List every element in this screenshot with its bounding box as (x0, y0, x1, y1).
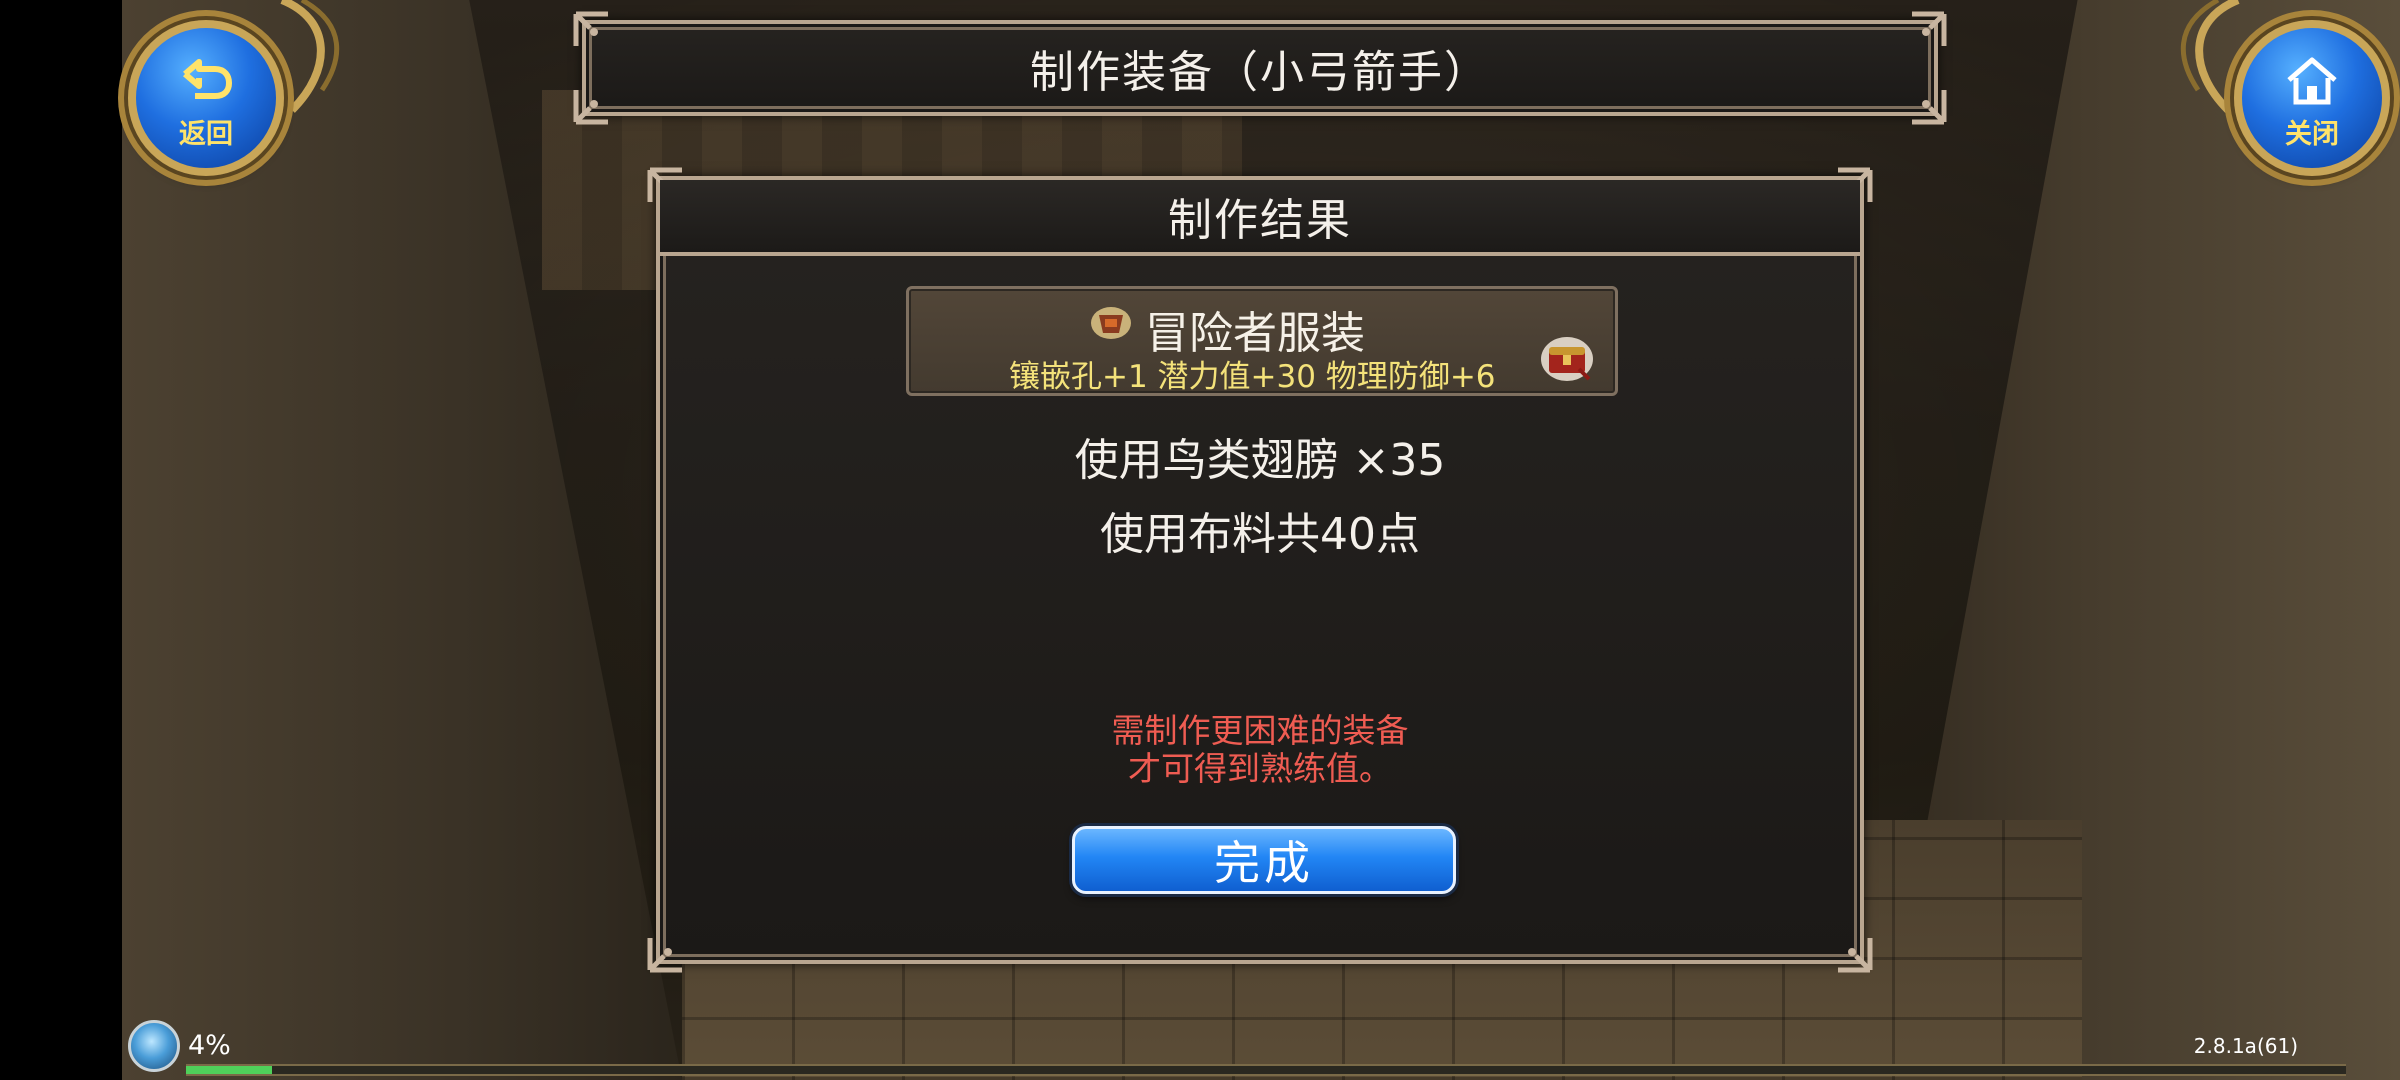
close-button[interactable]: 关闭 (2234, 20, 2390, 176)
cloth-used-line: 使用布料共40点 (1100, 509, 1420, 560)
orb-icon[interactable] (128, 1020, 180, 1072)
frame-corner-ornament (646, 934, 686, 974)
progress-percent: 4% (188, 1030, 231, 1061)
result-header: 制作结果 (660, 180, 1860, 256)
frame-corner-ornament (1834, 934, 1874, 974)
crafted-item-card[interactable]: 冒险者服装 镶嵌孔+1 潜力值+30 物理防御+6 (906, 286, 1618, 396)
home-icon (2287, 57, 2337, 105)
page-title: 制作装备（小弓箭手） (1030, 47, 1490, 98)
done-button[interactable]: 完成 (1072, 826, 1456, 894)
treasure-chest-icon (1541, 337, 1593, 381)
proficiency-hint-line1: 需制作更困难的装备 (1111, 711, 1409, 750)
progress-bar-fill (186, 1066, 273, 1074)
close-label: 关闭 (2285, 119, 2339, 150)
back-button[interactable]: 返回 (128, 20, 284, 176)
return-arrow-icon (183, 59, 232, 99)
progress-bar (186, 1064, 2346, 1076)
back-label: 返回 (179, 119, 233, 150)
proficiency-hint-line2: 才可得到熟练值。 (1128, 749, 1392, 788)
crafting-result-panel: 制作结果 冒险者服装 镶嵌孔+1 潜力值+30 物理防御+6 使用鸟类翅膀 ×3… (647, 167, 1873, 973)
version-label: 2.8.1a(61) (2193, 1034, 2298, 1058)
material-used-line: 使用鸟类翅膀 ×35 (1074, 435, 1446, 486)
item-stats: 镶嵌孔+1 潜力值+30 物理防御+6 (1009, 359, 1496, 395)
leather-armor-icon (1091, 307, 1131, 339)
title-bar: 制作装备（小弓箭手） (573, 11, 1947, 125)
